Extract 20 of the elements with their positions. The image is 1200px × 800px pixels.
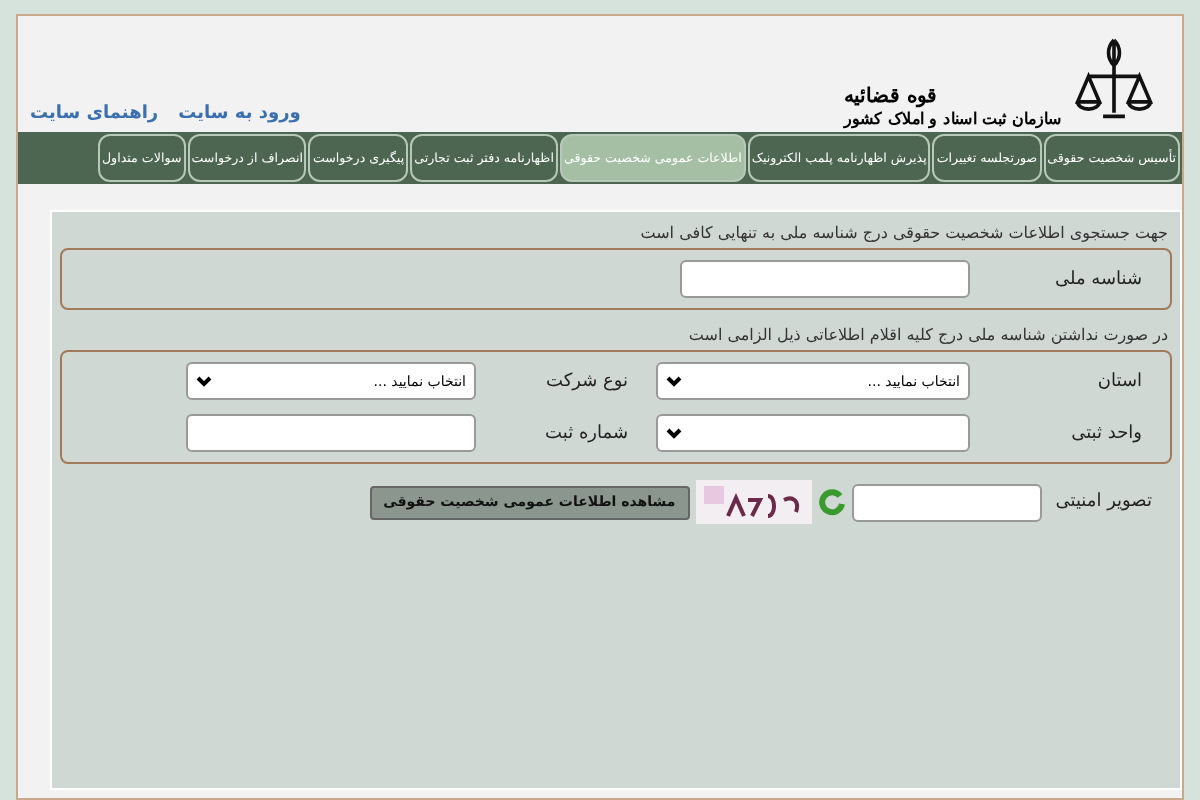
captcha-image (695, 480, 812, 524)
field-label: استان (1095, 371, 1144, 391)
input-field[interactable] (680, 260, 970, 298)
field-label: شماره ثبت (543, 423, 630, 443)
chevron-down-icon (666, 375, 682, 387)
chevron-down-icon (196, 375, 212, 387)
hint-text: در صورت نداشتن شناسه ملی درج کلیه اقلام اطلاعاتی ذیل الزامی است (686, 326, 1168, 344)
logo-subtitle: سازمان ثبت اسناد و املاک کشور (844, 108, 1062, 128)
input-field[interactable] (186, 414, 476, 452)
input-field[interactable] (851, 483, 1042, 521)
field-label: واحد ثبتی (1069, 423, 1144, 443)
select-dropdown[interactable] (656, 414, 970, 452)
field-label: تصویر امنیتی (1053, 492, 1154, 512)
header-link[interactable]: ورود به سایت (178, 104, 301, 124)
header-link[interactable]: راهنمای سایت (30, 104, 159, 124)
chevron-down-icon (666, 427, 682, 439)
hint-text: جهت جستجوی اطلاعات شخصیت حقوقی درج شناسه ملی به تنهایی کافی است (638, 224, 1168, 242)
refresh-icon[interactable] (817, 488, 846, 516)
field-label: شناسه ملی (1052, 269, 1144, 289)
logo-title: قوه قضائیه (844, 84, 938, 108)
